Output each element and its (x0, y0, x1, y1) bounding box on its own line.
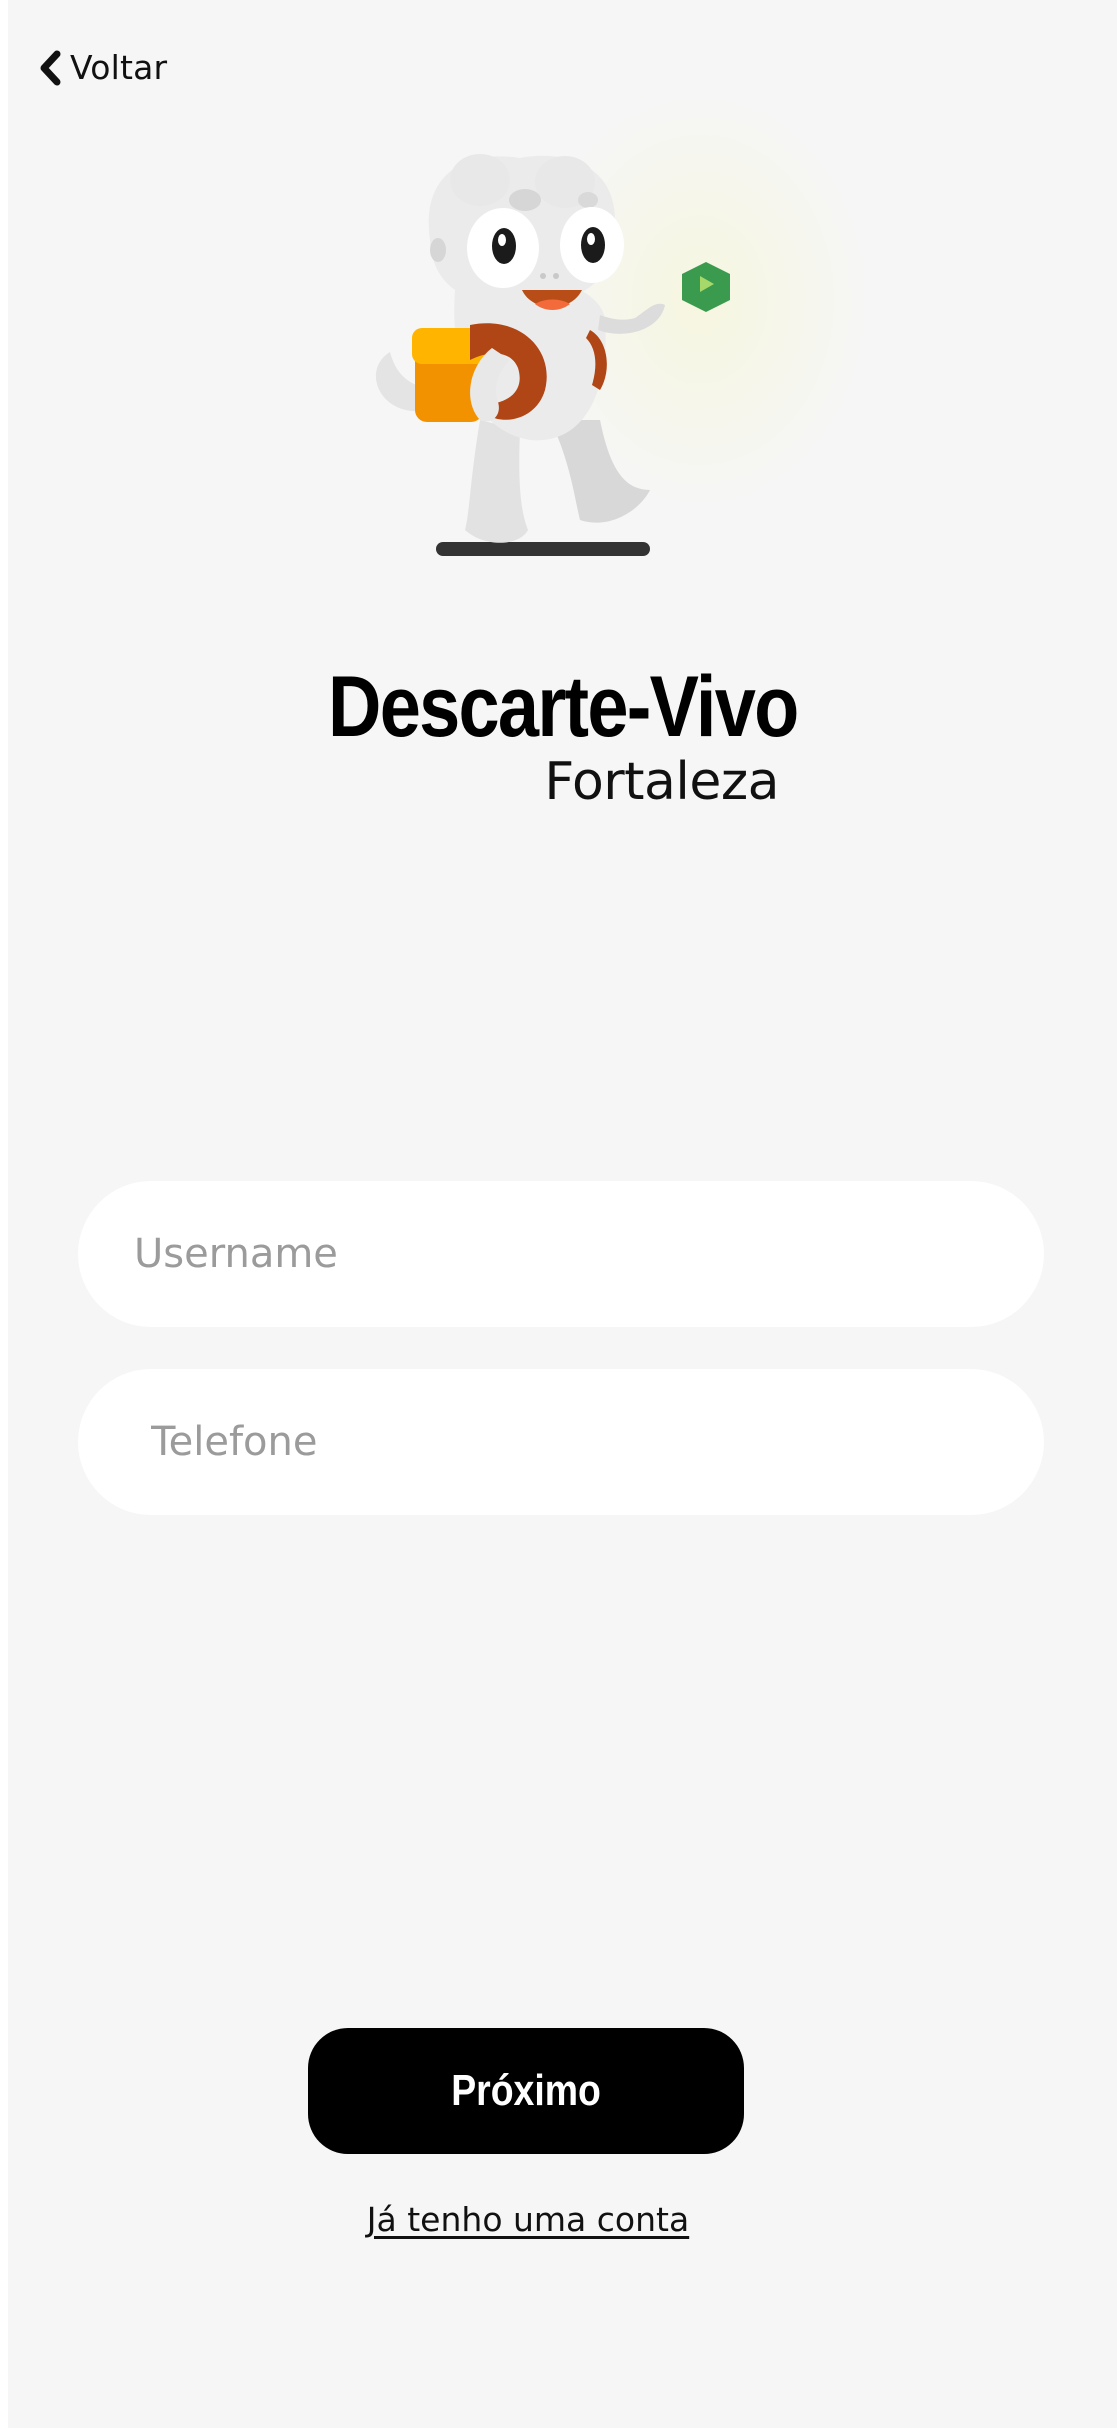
app-title: Descarte-Vivo (328, 659, 799, 755)
next-button-label: Próximo (451, 2066, 601, 2115)
mascot-illustration (360, 90, 870, 570)
username-input[interactable] (134, 1181, 1044, 1327)
phone-input[interactable] (151, 1369, 1044, 1515)
back-label: Voltar (70, 48, 168, 87)
login-link[interactable]: Já tenho uma conta (8, 2200, 1048, 2239)
app-screen: Voltar Descarte-Vivo Fortaleza Username … (8, 0, 1117, 2428)
app-subtitle: Fortaleza (544, 752, 779, 812)
green-hexagon-icon (682, 262, 730, 312)
chevron-left-icon (38, 50, 64, 86)
next-button[interactable]: Próximo (308, 2028, 744, 2154)
phone-field-container (78, 1369, 1044, 1515)
username-field-container (78, 1181, 1044, 1327)
back-button[interactable]: Voltar (38, 48, 167, 87)
